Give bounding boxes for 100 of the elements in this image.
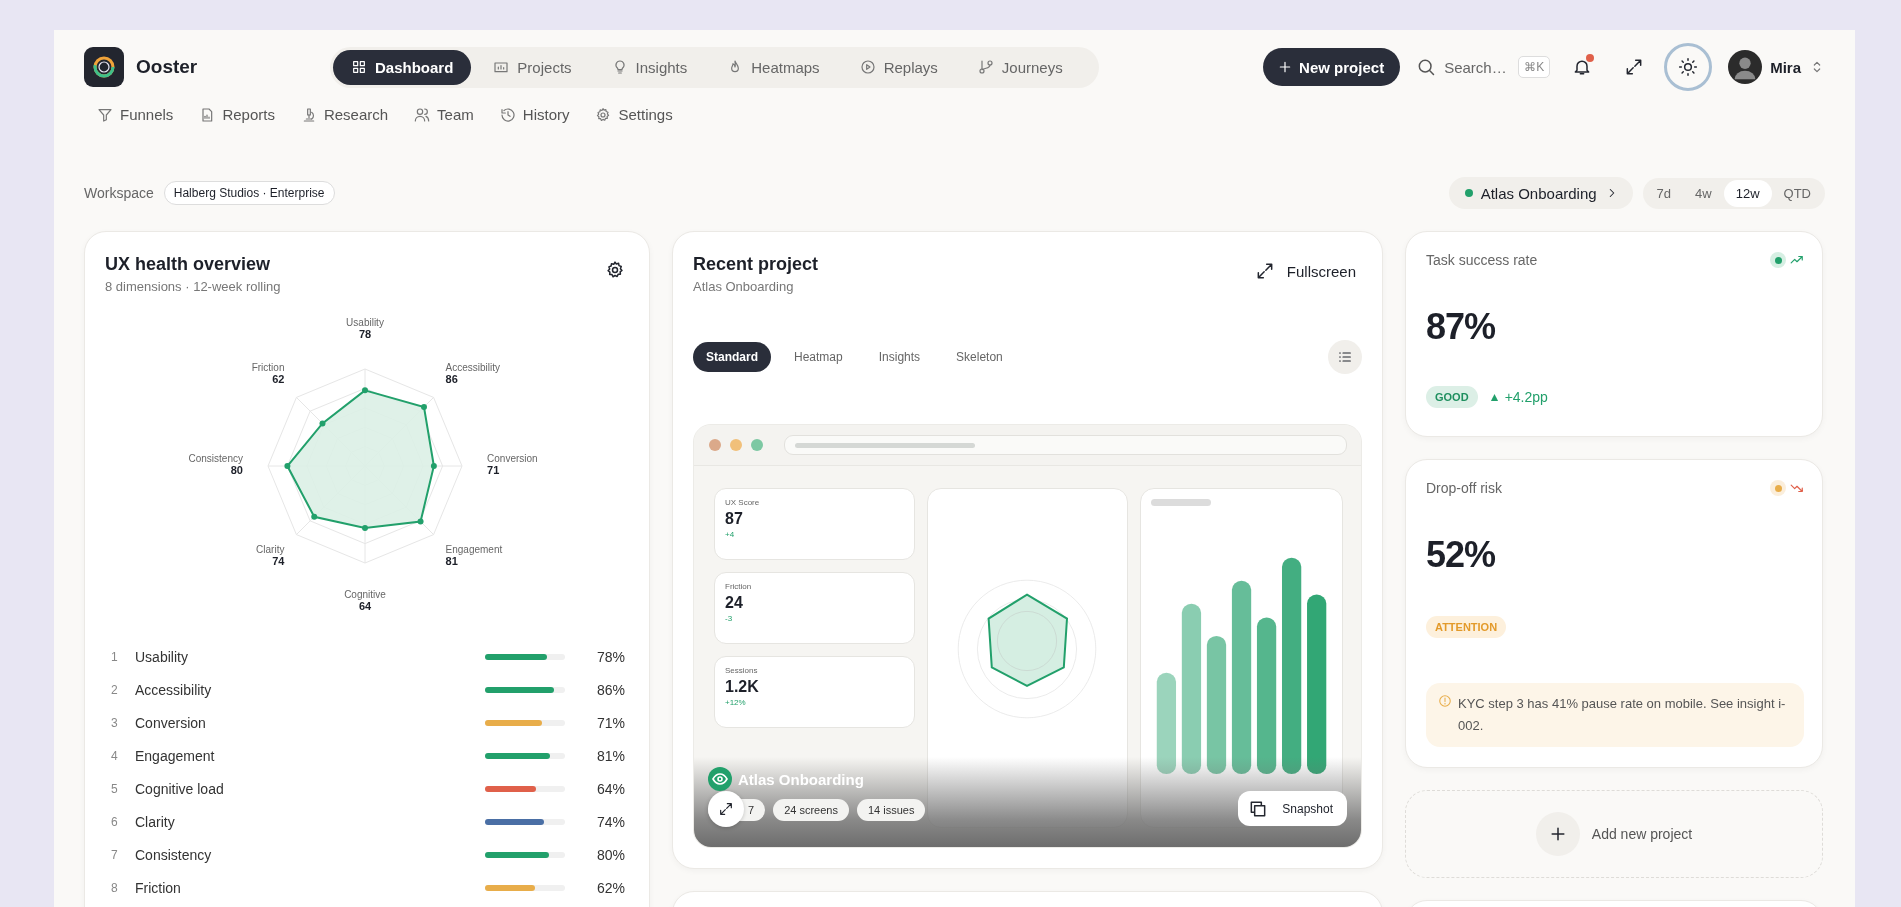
dimension-name: Accessibility: [135, 681, 213, 698]
score-value: 64%: [595, 780, 625, 797]
view-tab[interactable]: Skeleton: [943, 342, 1016, 372]
nav-link[interactable]: Settings: [582, 100, 686, 129]
radar-axis-label: Friction: [251, 362, 285, 374]
nav-tab[interactable]: Insights: [593, 49, 706, 85]
radar-axis-label: Consistency: [188, 453, 243, 464]
window-dots-icon: [708, 438, 764, 452]
play-icon: [859, 59, 876, 75]
dimension-name: Friction: [135, 879, 182, 896]
add-project-button[interactable]: Add new project: [1405, 790, 1823, 878]
dimension-name: Consistency: [135, 846, 213, 863]
row-number: 2: [111, 682, 119, 697]
kpi-title: Drop-off risk: [1426, 480, 1503, 496]
nav-tab[interactable]: Dashboard: [333, 49, 472, 85]
view-tab[interactable]: Heatmap: [781, 342, 856, 372]
nav-tab[interactable]: Heatmaps: [709, 49, 838, 85]
logo-icon: [84, 47, 124, 87]
nav-link[interactable]: Funnels: [84, 100, 187, 129]
radar-axis-value: 71: [487, 464, 500, 476]
row-number: 3: [111, 715, 119, 730]
radar-axis-label: Conversion: [487, 453, 538, 464]
radar-axis-label: Accessibility: [445, 362, 500, 374]
score-value: 71%: [595, 714, 625, 731]
people-icon: [414, 106, 431, 123]
view-tab[interactable]: Standard: [693, 342, 771, 372]
metric-delta: +4: [725, 530, 736, 539]
metric-value: 24: [725, 594, 744, 612]
triangle-up-icon: [1489, 392, 1499, 402]
expand-icon: [718, 801, 734, 817]
row-number: 5: [111, 781, 119, 796]
app-name: Ooster: [136, 56, 198, 78]
nav-link[interactable]: Team: [401, 100, 487, 129]
radar-axis-value: 80: [230, 464, 243, 476]
project-picker[interactable]: Atlas Onboarding: [1448, 177, 1633, 209]
card-subtitle: Atlas Onboarding: [693, 279, 795, 294]
theme-toggle-button[interactable]: [1664, 43, 1713, 91]
kpi-value: 87%: [1426, 306, 1497, 348]
nav-tab[interactable]: Journeys: [959, 49, 1081, 85]
radar-axis-label: Usability: [346, 316, 384, 328]
score-value: 62%: [595, 879, 625, 896]
metric-label: Friction: [725, 582, 753, 591]
dimension-name: Clarity: [135, 813, 176, 830]
sun-icon: [1678, 57, 1699, 77]
dimension-name: Usability: [135, 648, 189, 665]
radar-axis-label: Engagement: [445, 543, 503, 555]
row-number: 8: [111, 880, 119, 895]
nav-link[interactable]: Reports: [186, 100, 288, 129]
row-number: 1: [111, 649, 119, 664]
score-value: 78%: [595, 648, 625, 665]
metric-label: Sessions: [725, 666, 759, 675]
metric-delta: +12%: [725, 698, 747, 707]
radar-axis-value: 86: [445, 373, 458, 386]
card-title: UX health overview: [105, 254, 272, 275]
range-tab[interactable]: 4w: [1683, 179, 1724, 207]
funnel-icon: [97, 106, 113, 123]
radar-axis-value: 62: [272, 373, 285, 386]
range-tab[interactable]: 12w: [1723, 179, 1772, 207]
view-tab[interactable]: Insights: [865, 342, 934, 372]
search-icon: [1416, 57, 1437, 77]
metric-value: 87: [725, 510, 744, 528]
radar-axis-label: Clarity: [256, 543, 285, 555]
dimension-name: Engagement: [135, 747, 216, 764]
settings-icon[interactable]: [605, 260, 625, 280]
warning-icon: [1438, 693, 1452, 708]
shortcut-key: ⌘K: [1518, 56, 1551, 78]
list-view-button[interactable]: [1328, 340, 1362, 374]
placeholder-line: [1151, 499, 1211, 506]
nav-link[interactable]: History: [486, 100, 583, 129]
eye-icon: [708, 767, 732, 791]
nav-tab[interactable]: Projects: [475, 49, 590, 85]
expand-button[interactable]: [708, 791, 744, 827]
kpi-value: 52%: [1426, 534, 1497, 576]
row-number: 4: [111, 748, 119, 763]
dimension-name: Cognitive load: [135, 780, 225, 797]
nav-tab[interactable]: Replays: [841, 49, 956, 85]
user-name[interactable]: Mira: [1770, 58, 1801, 76]
info-chip: 14 issues: [856, 799, 926, 821]
range-tab[interactable]: 7d: [1644, 179, 1684, 207]
search-field[interactable]: Search…: [1444, 58, 1511, 76]
settings-icon: [595, 106, 612, 123]
row-number: 6: [111, 814, 119, 829]
score-value: 74%: [595, 813, 625, 830]
nav-link[interactable]: Research: [287, 100, 402, 129]
status-dot: [1464, 189, 1473, 197]
snapshot-button[interactable]: Snapshot: [1238, 791, 1347, 826]
score-value: 81%: [595, 747, 625, 764]
kpi-title: Task success rate: [1426, 252, 1539, 268]
grid-icon: [351, 59, 367, 75]
workspace-chip[interactable]: Halberg Studios · Enterprise: [163, 181, 335, 205]
radar-axis-value: 64: [358, 600, 372, 613]
new-project-button[interactable]: New project: [1263, 48, 1401, 86]
fullscreen-button[interactable]: Fullscreen: [1248, 260, 1362, 282]
metric-label: UX Score: [725, 498, 761, 507]
range-tab[interactable]: QTD: [1771, 179, 1823, 207]
workspace-label: Workspace: [84, 185, 154, 201]
list-icon: [1337, 349, 1353, 365]
radar-axis-label: Cognitive: [344, 589, 386, 601]
status-badge: GOOD: [1426, 386, 1478, 408]
metric-value: 1.2K: [725, 678, 760, 696]
